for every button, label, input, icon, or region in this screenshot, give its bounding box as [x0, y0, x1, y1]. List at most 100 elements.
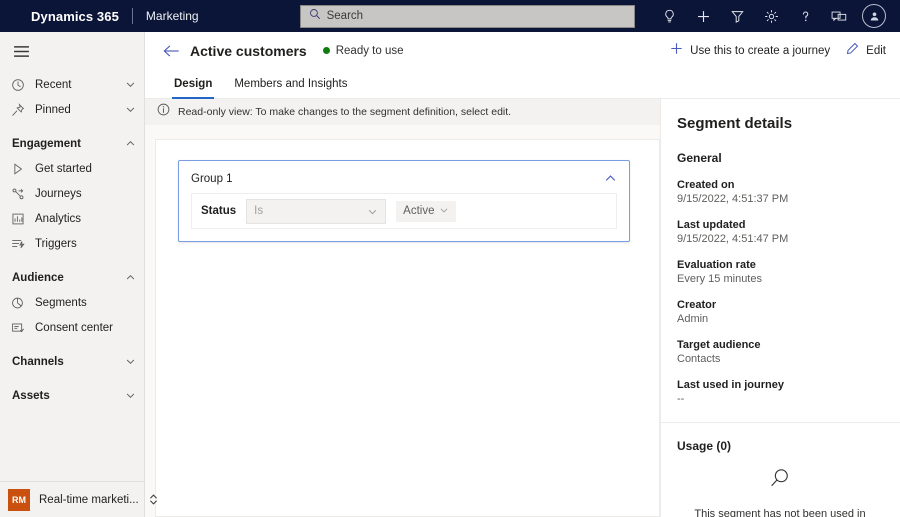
sidebar-section-label: Channels	[12, 355, 64, 368]
usage-empty-text: This segment has not been used in journe…	[694, 508, 866, 517]
sidebar-item-consent-center[interactable]: Consent center	[0, 315, 144, 340]
sidebar-item-label: Recent	[35, 78, 72, 91]
chevron-down-icon[interactable]	[125, 104, 136, 115]
detail-field-creator: Creator Admin	[677, 299, 883, 325]
back-arrow-icon[interactable]	[157, 37, 185, 65]
sidebar: Recent Pinned Engagement Get started Jou…	[0, 32, 157, 517]
command-bar: Active customers Ready to use Use this t…	[145, 32, 900, 69]
top-bar: Dynamics 365 Marketing Search	[0, 0, 900, 32]
chevron-up-icon[interactable]	[125, 138, 136, 149]
segment-details-panel: Segment details General Created on 9/15/…	[660, 99, 900, 517]
detail-field-target-audience: Target audience Contacts	[677, 339, 883, 365]
segments-icon	[9, 296, 26, 310]
sidebar-item-label: Consent center	[35, 321, 113, 334]
designer-canvas: Group 1 Status Is Active	[145, 125, 660, 517]
tab-design[interactable]: Design	[163, 69, 223, 99]
app-body: Recent Pinned Engagement Get started Jou…	[0, 32, 900, 517]
sidebar-section-assets[interactable]: Assets	[0, 383, 144, 408]
consent-icon	[9, 321, 26, 335]
search-area: Search	[299, 4, 635, 28]
sidebar-item-label: Triggers	[35, 237, 77, 250]
sidebar-nav: Recent Pinned Engagement Get started Jou…	[0, 70, 144, 481]
detail-field-last-used-in-journey: Last used in journey --	[677, 379, 883, 405]
area-switcher[interactable]: RM Real-time marketi...	[0, 481, 157, 517]
tab-design-label: Design	[174, 77, 213, 90]
sidebar-item-label: Get started	[35, 162, 92, 175]
sidebar-item-label: Journeys	[35, 187, 82, 200]
sidebar-item-label: Analytics	[35, 212, 82, 225]
plus-icon[interactable]	[686, 0, 720, 32]
readonly-info-bar: Read-only view: To make changes to the s…	[145, 99, 660, 125]
search-icon	[309, 7, 321, 25]
sidebar-item-segments[interactable]: Segments	[0, 290, 144, 315]
pin-icon	[9, 102, 26, 117]
area-switcher-label: Real-time marketi...	[39, 493, 139, 506]
detail-field-value: 9/15/2022, 4:51:37 PM	[677, 193, 789, 205]
tab-members-and-insights[interactable]: Members and Insights	[223, 69, 358, 98]
detail-field-key: Evaluation rate	[677, 259, 756, 271]
sidebar-item-label: Segments	[35, 296, 87, 309]
rule-value-dropdown[interactable]: Active	[396, 200, 457, 222]
detail-field-created-on: Created on 9/15/2022, 4:51:37 PM	[677, 179, 883, 205]
sidebar-section-engagement[interactable]: Engagement	[0, 131, 144, 156]
chevron-down-icon	[439, 202, 449, 220]
command-actions: Use this to create a journey Edit	[670, 42, 886, 60]
top-bar-icons	[652, 0, 900, 32]
search-input[interactable]: Search	[299, 4, 635, 28]
edit-button[interactable]: Edit	[846, 42, 886, 60]
usage-empty-state: This segment has not been used in journe…	[677, 465, 883, 517]
lightbulb-icon[interactable]	[652, 0, 686, 32]
chevron-down-icon[interactable]	[125, 390, 136, 401]
create-journey-label: Use this to create a journey	[690, 44, 831, 57]
detail-field-key: Target audience	[677, 339, 761, 351]
readonly-info-text: Read-only view: To make changes to the s…	[178, 106, 512, 118]
sidebar-item-analytics[interactable]: Analytics	[0, 206, 144, 231]
rule-operator-dropdown[interactable]: Is	[246, 198, 387, 224]
rule-attribute-label: Status	[201, 205, 237, 217]
detail-field-evaluation-rate: Evaluation rate Every 15 minutes	[677, 259, 883, 285]
plus-icon	[670, 42, 683, 60]
product-brand: Dynamics 365	[31, 8, 119, 24]
sidebar-item-journeys[interactable]: Journeys	[0, 181, 144, 206]
designer-panel: Group 1 Status Is Active	[155, 139, 660, 517]
rule-operator-value: Is	[254, 205, 264, 217]
group-title: Group 1	[191, 172, 233, 185]
tab-members-and-insights-label: Members and Insights	[234, 77, 348, 90]
sidebar-item-triggers[interactable]: Triggers	[0, 231, 144, 256]
avatar[interactable]	[856, 0, 892, 32]
main-region: Active customers Ready to use Use this t…	[145, 32, 900, 517]
create-journey-button[interactable]: Use this to create a journey	[670, 42, 830, 60]
tab-list: Design Members and Insights	[145, 69, 900, 99]
app-name[interactable]: Marketing	[146, 9, 199, 23]
gear-icon[interactable]	[754, 0, 788, 32]
sidebar-item-pinned[interactable]: Pinned	[0, 97, 144, 122]
detail-field-value: Every 15 minutes	[677, 273, 762, 285]
sidebar-section-channels[interactable]: Channels	[0, 349, 144, 374]
sidebar-section-audience[interactable]: Audience	[0, 265, 144, 290]
details-title: Segment details	[677, 115, 793, 132]
feedback-icon[interactable]	[822, 0, 856, 32]
chevron-down-icon[interactable]	[125, 356, 136, 367]
analytics-icon	[9, 212, 26, 226]
question-icon[interactable]	[788, 0, 822, 32]
detail-field-value: --	[677, 393, 685, 405]
chevron-up-icon[interactable]	[604, 172, 617, 185]
status-dot-icon	[322, 47, 330, 54]
sidebar-item-get-started[interactable]: Get started	[0, 156, 144, 181]
content-area: Read-only view: To make changes to the s…	[145, 99, 900, 517]
detail-field-key: Last used in journey	[677, 379, 784, 391]
detail-field-value: Contacts	[677, 353, 721, 365]
filter-icon[interactable]	[720, 0, 754, 32]
edit-label: Edit	[866, 44, 886, 57]
sidebar-item-recent[interactable]: Recent	[0, 72, 144, 97]
brand-divider	[131, 8, 133, 24]
chevron-up-icon[interactable]	[125, 272, 136, 283]
page-title: Active customers	[190, 42, 307, 59]
clock-icon	[9, 78, 26, 92]
hamburger-icon[interactable]	[0, 32, 144, 70]
pencil-icon	[846, 42, 859, 60]
chevron-down-icon[interactable]	[125, 79, 136, 90]
sidebar-item-label: Pinned	[35, 103, 71, 116]
chevron-down-icon	[367, 206, 378, 217]
chevron-updown-icon[interactable]	[148, 493, 159, 506]
